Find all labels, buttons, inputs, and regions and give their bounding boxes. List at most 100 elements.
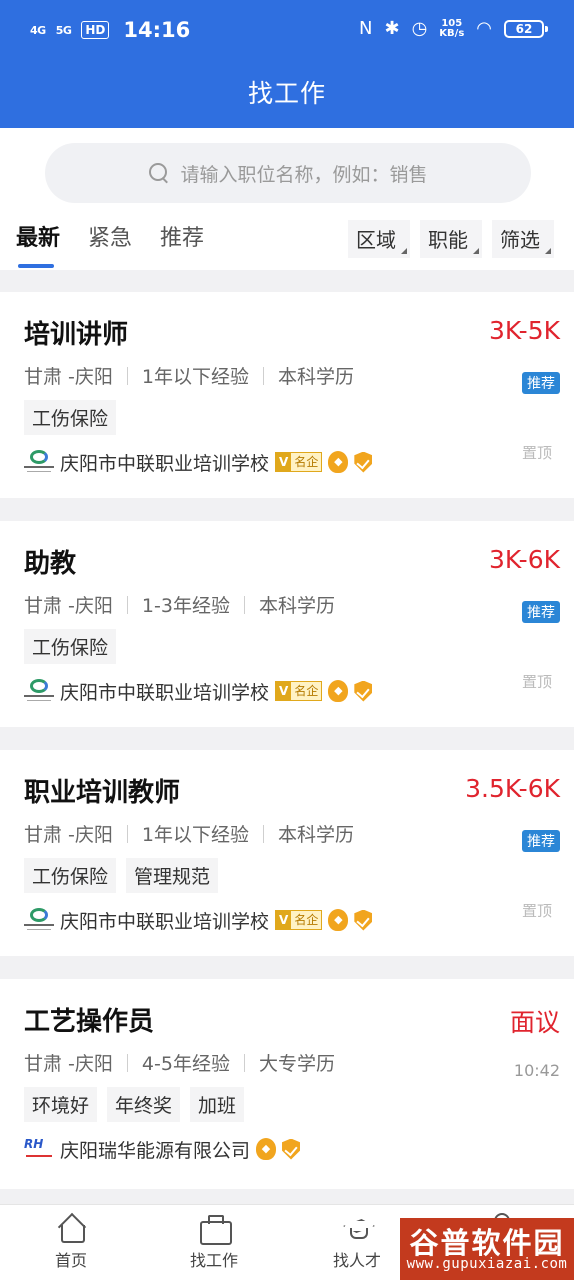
recommend-badge: 推荐 [522,601,560,623]
page-title: 找工作 [247,79,326,108]
nav-label: 首页 [54,1251,87,1270]
shield-check-icon [282,1138,301,1160]
job-experience: 1-3年经验 [141,595,230,617]
cert-label: 名企 [294,455,319,469]
pinned-label: 置顶 [521,673,552,691]
company-name: 庆阳瑞华能源有限公司 [60,1139,251,1162]
job-title: 助教 [24,549,77,579]
graduation-cap-icon [342,1213,372,1243]
job-meta: 甘肃 -庆阳 1年以下经验 本科学历 [24,362,354,389]
verified-famous-badge: V 名企 [275,681,323,701]
clock: 14:16 [123,18,191,42]
tab-latest[interactable]: 最新 [16,220,60,268]
net-speed-unit: KB/s [439,27,465,39]
search-icon [148,162,170,184]
medal-icon: ◆ [328,680,349,702]
job-salary: 3K-5K [489,316,560,345]
job-title: 工艺操作员 [24,1007,155,1037]
pinned-label: 置顶 [521,902,552,920]
cert-label: 名企 [294,913,319,927]
shield-check-icon [354,680,373,702]
watermark-logo: 谷普软件园 www.gupuxiazai.com [400,1218,574,1280]
signal-4g-icon: 4G [30,23,46,37]
filter-function[interactable]: 职能 [420,220,482,258]
company-row: 庆阳市中联职业培训学校 V 名企 ◆ [24,677,373,705]
job-tags: 工伤保险 [24,400,117,435]
shield-check-icon [354,451,373,473]
cert-label: 名企 [294,684,319,698]
alarm-icon: ◷ [411,18,428,39]
job-tag: 工伤保险 [24,400,117,435]
job-tag: 加班 [190,1087,245,1122]
job-card[interactable]: 工艺操作员 面议 甘肃 -庆阳 4-5年经验 大专学历 10:42 环境好 年终… [0,979,574,1189]
company-name: 庆阳市中联职业培训学校 [60,910,270,933]
medal-icon: ◆ [256,1138,277,1160]
job-card[interactable]: 助教 3K-6K 甘肃 -庆阳 1-3年经验 本科学历 推荐 工伤保险 庆阳市中… [0,521,574,727]
list-tabs: 最新 紧急 推荐 [16,220,204,268]
company-logo-icon [24,677,54,705]
signal-5g-icon: 5G [55,23,72,37]
job-tag: 管理规范 [126,858,219,893]
battery-icon: 62 [504,19,548,38]
filter-region[interactable]: 区域 [348,220,410,258]
job-location: 甘肃 -庆阳 [24,824,113,846]
watermark-url: www.gupuxiazai.com [406,1256,568,1272]
search-input[interactable]: 请输入职位名称，例如：销售 [45,143,531,203]
job-card[interactable]: 培训讲师 3K-5K 甘肃 -庆阳 1年以下经验 本科学历 推荐 工伤保险 庆阳… [0,292,574,498]
company-row: 庆阳市中联职业培训学校 V 名企 ◆ [24,906,373,934]
recommend-badge: 推荐 [522,830,560,852]
medal-icon: ◆ [328,451,349,473]
job-location: 甘肃 -庆阳 [24,1053,113,1075]
job-tags: 环境好 年终奖 加班 [24,1087,245,1122]
company-logo-icon [24,448,54,476]
job-education: 本科学历 [278,366,355,388]
job-tags: 工伤保险 管理规范 [24,858,219,893]
company-name: 庆阳市中联职业培训学校 [60,452,270,475]
verified-famous-badge: V 名企 [275,452,323,472]
job-tag: 工伤保险 [24,629,117,664]
hd-icon: HD [81,21,110,39]
job-location: 甘肃 -庆阳 [24,595,113,617]
bluetooth-icon: ✱ [384,18,400,39]
filter-panel: 请输入职位名称，例如：销售 最新 紧急 推荐 区域 职能 筛选 [0,128,574,270]
search-placeholder: 请输入职位名称，例如：销售 [180,163,428,186]
company-logo-icon [24,906,54,934]
company-logo-icon: RH [24,1135,54,1163]
job-experience: 1年以下经验 [141,366,249,388]
job-meta: 甘肃 -庆阳 4-5年经验 大专学历 [24,1049,335,1076]
job-salary: 3K-6K [489,545,560,574]
job-tag: 环境好 [24,1087,98,1122]
tab-recommended[interactable]: 推荐 [160,220,204,262]
tab-urgent[interactable]: 紧急 [88,220,132,262]
nav-home[interactable]: 首页 [21,1213,121,1271]
company-row: 庆阳市中联职业培训学校 V 名企 ◆ [24,448,373,476]
job-title: 职业培训教师 [24,778,181,808]
job-card[interactable]: 职业培训教师 3.5K-6K 甘肃 -庆阳 1年以下经验 本科学历 推荐 工伤保… [0,750,574,956]
job-tag: 年终奖 [107,1087,181,1122]
job-experience: 4-5年经验 [141,1053,230,1075]
nav-label: 找人才 [332,1251,381,1270]
job-experience: 1年以下经验 [141,824,249,846]
filter-bar: 区域 职能 筛选 [348,220,554,258]
job-tags: 工伤保险 [24,629,117,664]
nav-label: 找工作 [189,1251,238,1270]
job-location: 甘肃 -庆阳 [24,366,113,388]
company-name: 庆阳市中联职业培训学校 [60,681,270,704]
nav-find-talent[interactable]: 找人才 [307,1213,407,1271]
nav-find-job[interactable]: 找工作 [164,1213,264,1271]
job-education: 大专学历 [258,1053,335,1075]
home-icon [56,1213,86,1243]
job-tag: 工伤保险 [24,858,117,893]
job-education: 本科学历 [258,595,335,617]
pinned-label: 置顶 [521,444,552,462]
job-title: 培训讲师 [24,320,129,350]
job-meta: 甘肃 -庆阳 1年以下经验 本科学历 [24,820,354,847]
app-header: 4G 5G HD 14:16 N ✱ ◷ 105 KB/s ◠ 62 找工作 [0,0,574,128]
job-salary: 面议 [509,1008,560,1037]
job-meta: 甘肃 -庆阳 1-3年经验 本科学历 [24,591,335,618]
briefcase-icon [199,1213,232,1245]
medal-icon: ◆ [328,909,349,931]
verified-famous-badge: V 名企 [275,910,323,930]
filter-more[interactable]: 筛选 [492,220,554,258]
net-speed: 105 KB/s [439,18,465,39]
